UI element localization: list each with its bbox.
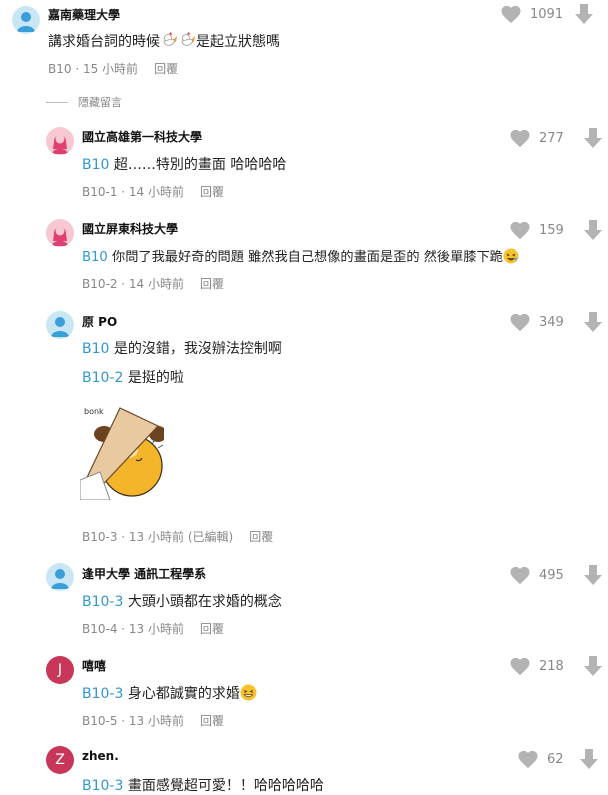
grinning-emoji [240, 684, 257, 705]
comment-text: B10-3 大頭小頭都在求婚的概念 [82, 594, 282, 610]
user-avatar[interactable] [46, 563, 74, 591]
sticker-caption: bonk [84, 407, 104, 416]
hide-replies-toggle[interactable]: 隱藏留言 [46, 94, 122, 110]
like-control: 277 [509, 127, 603, 149]
like-control: 495 [509, 564, 603, 586]
floor-reference-link[interactable]: B10 [82, 157, 109, 173]
avatar-letter: Z [55, 752, 65, 768]
heart-icon[interactable] [509, 220, 531, 240]
like-control: 1091 [500, 3, 594, 25]
comment-text: B10-3 畫面感覺超可愛！！哈哈哈哈哈 [82, 778, 324, 794]
dislike-arrow-icon[interactable] [583, 564, 603, 586]
timestamp: 15 小時前 [82, 62, 139, 76]
rooster-emoji [178, 31, 196, 53]
like-count: 62 [547, 751, 564, 767]
comment-author[interactable]: 嘻嘻 [82, 657, 106, 674]
comment-author[interactable]: 原 PO [82, 313, 117, 330]
dislike-arrow-icon[interactable] [579, 748, 599, 770]
heart-icon[interactable] [509, 312, 531, 332]
dislike-arrow-icon[interactable] [583, 311, 603, 333]
floor-label: B10-2 [82, 277, 118, 291]
comment-text: 講求婚台詞的時候 是起立狀態嗎 [48, 31, 280, 53]
user-avatar[interactable] [12, 6, 40, 34]
reply-button[interactable]: 回覆 [249, 530, 273, 544]
user-avatar[interactable] [46, 311, 74, 339]
timestamp: 14 小時前 [128, 277, 185, 291]
letter-avatar[interactable]: Z [46, 746, 74, 774]
avatar-letter: J [57, 662, 63, 678]
reply-button[interactable]: 回覆 [154, 62, 178, 76]
comment-text-second-line: B10-2 是挺的啦 [82, 370, 184, 386]
comment-meta: B10-5 · 13 小時前 回覆 [82, 714, 225, 728]
comment-author[interactable]: 國立高雄第一科技大學 [82, 128, 202, 145]
dislike-arrow-icon[interactable] [574, 3, 594, 25]
like-control: 349 [509, 311, 603, 333]
heart-icon[interactable] [509, 656, 531, 676]
dislike-arrow-icon[interactable] [583, 655, 603, 677]
floor-label: B10 [48, 62, 72, 76]
floor-reference-link[interactable]: B10-3 [82, 686, 123, 702]
hide-replies-label: 隱藏留言 [78, 96, 122, 109]
like-count: 218 [539, 658, 564, 674]
comment-text: B10 超……特別的畫面 哈哈哈哈 [82, 157, 287, 173]
like-count: 349 [539, 314, 564, 330]
timestamp: 13 小時前 [128, 714, 185, 728]
comment-author[interactable]: 逢甲大學 通訊工程學系 [82, 565, 206, 582]
floor-label: B10-5 [82, 714, 118, 728]
like-control: 218 [509, 655, 603, 677]
comment-text: B10 你問了我最好奇的問題 雖然我自己想像的畫面是歪的 然後單膝下跪 [82, 246, 519, 268]
comment-author[interactable]: 國立屏東科技大學 [82, 220, 178, 237]
comment-author[interactable]: 嘉南藥理大學 [48, 6, 120, 23]
bonk-sticker[interactable]: bonk [79, 400, 167, 501]
comment-text: B10 是的沒錯，我沒辦法控制啊 [82, 341, 282, 357]
like-count: 495 [539, 567, 564, 583]
dislike-arrow-icon[interactable] [583, 127, 603, 149]
comment-text: B10-3 身心都誠實的求婚 [82, 683, 257, 705]
reply-button[interactable]: 回覆 [200, 185, 224, 199]
comment-meta: B10-1 · 14 小時前 回覆 [82, 185, 225, 199]
divider [46, 101, 68, 103]
comment-meta: B10 · 15 小時前 回覆 [48, 62, 179, 76]
heart-icon[interactable] [509, 565, 531, 585]
floor-reference-link[interactable]: B10-3 [82, 778, 123, 794]
laughing-emoji [503, 248, 519, 268]
letter-avatar[interactable]: J [46, 656, 74, 684]
floor-reference-link[interactable]: B10 [82, 250, 108, 265]
comment-author[interactable]: zhen. [82, 749, 119, 763]
reply-button[interactable]: 回覆 [200, 714, 224, 728]
floor-label: B10-4 [82, 622, 118, 636]
like-count: 1091 [530, 6, 564, 22]
timestamp: 13 小時前 [128, 622, 185, 636]
comment-meta: B10-3 · 13 小時前 (已編輯) 回覆 [82, 530, 274, 544]
heart-icon[interactable] [517, 749, 539, 769]
female-avatar[interactable] [46, 127, 74, 155]
floor-label: B10-1 [82, 185, 118, 199]
like-control: 159 [509, 219, 603, 241]
floor-reference-link[interactable]: B10 [82, 341, 109, 357]
female-avatar[interactable] [46, 219, 74, 247]
floor-reference-link[interactable]: B10-3 [82, 594, 123, 610]
floor-label: B10-3 [82, 530, 118, 544]
like-control: 62 [517, 748, 599, 770]
comment-meta: B10-2 · 14 小時前 回覆 [82, 277, 225, 291]
comment-meta: B10-4 · 13 小時前 回覆 [82, 622, 225, 636]
dislike-arrow-icon[interactable] [583, 219, 603, 241]
like-count: 159 [539, 222, 564, 238]
reply-button[interactable]: 回覆 [200, 622, 224, 636]
floor-reference-link[interactable]: B10-2 [82, 370, 123, 386]
timestamp: 13 小時前 (已編輯) [128, 530, 234, 544]
heart-icon[interactable] [500, 4, 522, 24]
timestamp: 14 小時前 [128, 185, 185, 199]
reply-button[interactable]: 回覆 [200, 277, 224, 291]
heart-icon[interactable] [509, 128, 531, 148]
like-count: 277 [539, 130, 564, 146]
rooster-emoji [160, 31, 178, 53]
